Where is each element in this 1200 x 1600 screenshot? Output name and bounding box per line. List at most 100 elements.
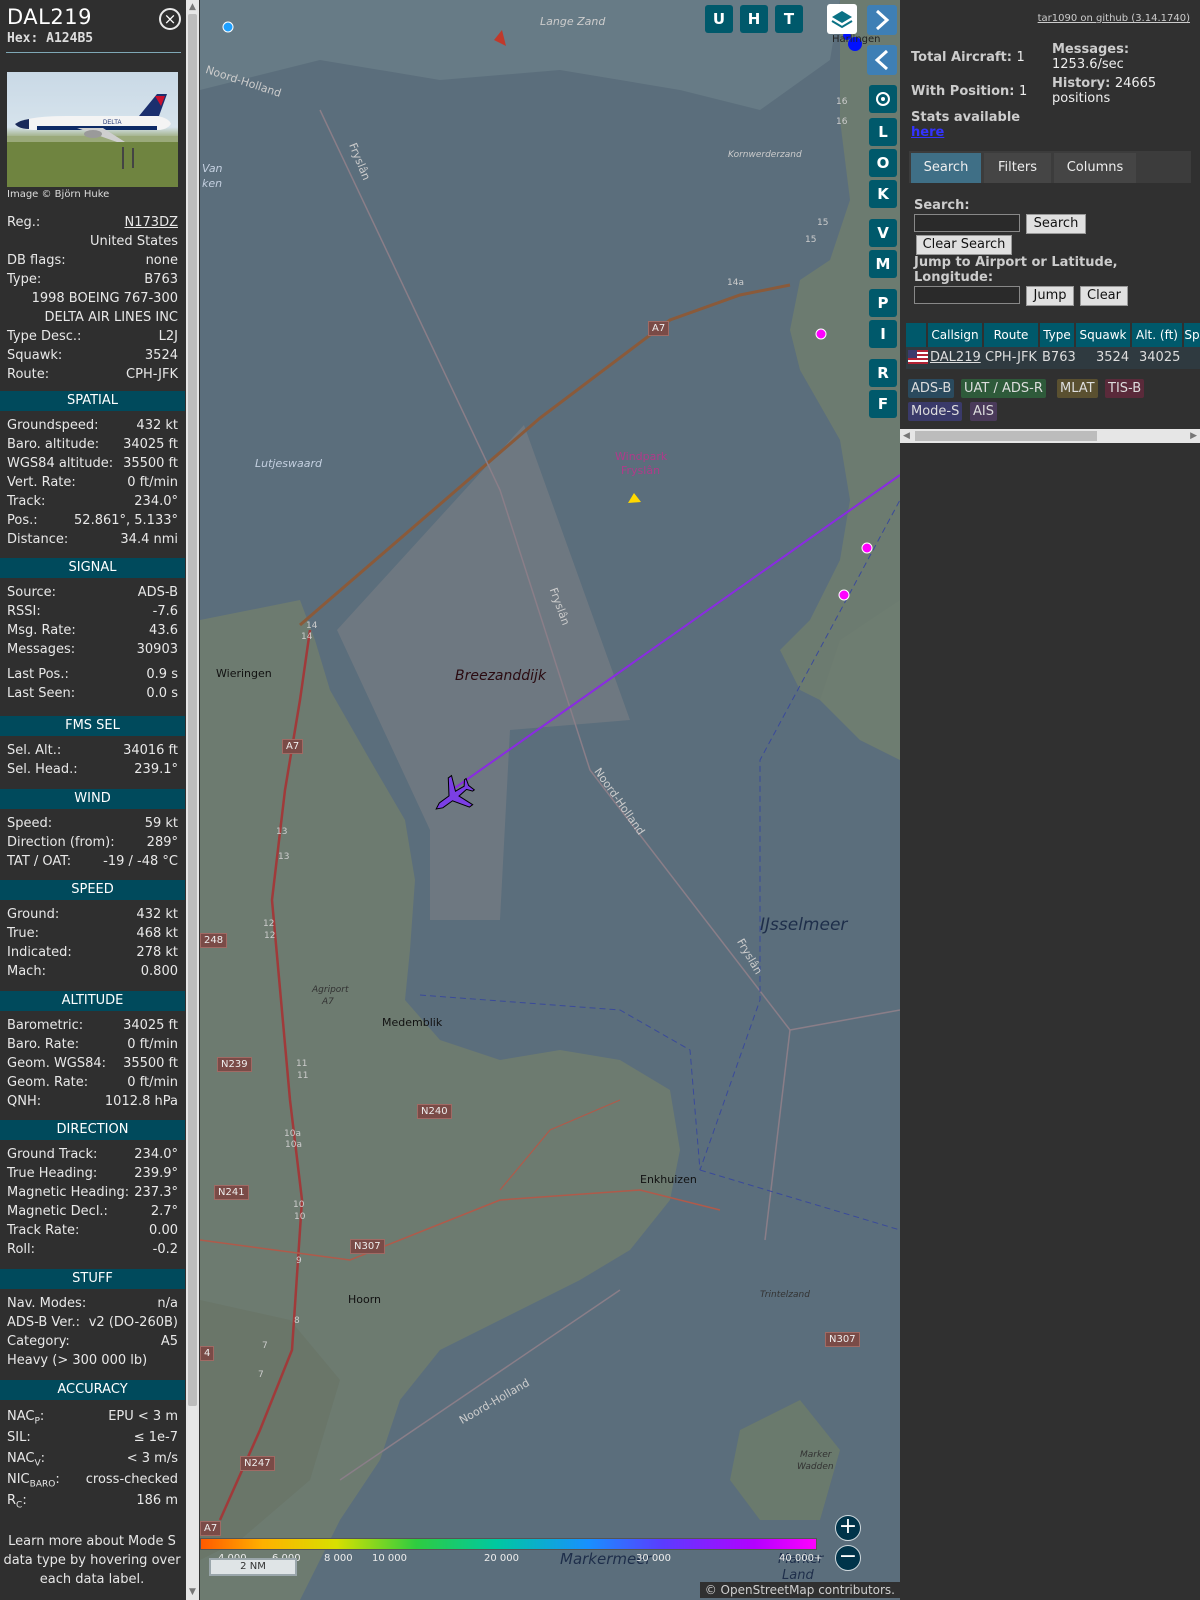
spatial-label[interactable]: Track:: [7, 494, 45, 509]
toggle-i-button[interactable]: I: [869, 320, 897, 348]
zoom-out-icon[interactable]: −: [835, 1545, 861, 1571]
badge-mlat[interactable]: MLAT: [1057, 379, 1098, 398]
fms-label[interactable]: Sel. Head.:: [7, 762, 78, 777]
accuracy-label[interactable]: SIL:: [7, 1430, 31, 1445]
speed-label[interactable]: True:: [7, 926, 39, 941]
tab-filters[interactable]: Filters: [984, 153, 1051, 183]
chevron-right-icon[interactable]: [867, 5, 897, 35]
table-header-type[interactable]: Type: [1040, 323, 1074, 347]
signal-label[interactable]: Last Pos.:: [7, 667, 69, 682]
signal-label[interactable]: Messages:: [7, 642, 75, 657]
road-shield: 4: [200, 1346, 215, 1361]
search-button[interactable]: Search: [1026, 214, 1086, 234]
spatial-label[interactable]: Pos.:: [7, 513, 38, 528]
badge-tisb[interactable]: TIS-B: [1105, 379, 1145, 398]
direction-label[interactable]: Track Rate:: [7, 1223, 79, 1238]
toggle-k-button[interactable]: K: [869, 180, 897, 208]
badge-ais[interactable]: AIS: [970, 402, 997, 421]
wind-label[interactable]: TAT / OAT:: [7, 854, 71, 869]
row-callsign-link[interactable]: DAL219: [930, 348, 981, 368]
aircraft-photo[interactable]: DELTA: [7, 72, 178, 187]
toggle-f-button[interactable]: F: [869, 390, 897, 418]
stuff-label[interactable]: Category:: [7, 1334, 70, 1349]
stuff-label[interactable]: ADS-B Ver.:: [7, 1315, 80, 1330]
scroll-up-arrow-icon[interactable]: ▲: [187, 1, 198, 13]
scrollbar-thumb[interactable]: [915, 431, 1097, 441]
table-header-flag[interactable]: [906, 323, 926, 347]
altitude-label[interactable]: Geom. Rate:: [7, 1075, 88, 1090]
speed-label[interactable]: Mach:: [7, 964, 46, 979]
scroll-left-arrow-icon[interactable]: ◀: [903, 429, 910, 443]
speed-label[interactable]: Indicated:: [7, 945, 72, 960]
info-panel-scrollbar[interactable]: ▲ ▼: [186, 0, 199, 1600]
direction-label[interactable]: True Heading:: [7, 1166, 97, 1181]
jump-input[interactable]: [914, 286, 1020, 304]
chevron-left-icon[interactable]: [867, 45, 897, 75]
altitude-label[interactable]: Barometric:: [7, 1018, 83, 1033]
zoom-in-icon[interactable]: +: [835, 1515, 861, 1541]
toggle-h-button[interactable]: H: [740, 5, 768, 33]
altitude-label[interactable]: QNH:: [7, 1094, 41, 1109]
github-link[interactable]: tar1090 on github (3.14.1740): [1038, 13, 1190, 24]
tab-columns[interactable]: Columns: [1054, 153, 1136, 183]
scroll-right-arrow-icon[interactable]: ▶: [1190, 429, 1197, 443]
stuff-label[interactable]: Heavy (> 300 000 lb): [7, 1353, 147, 1368]
altitude-label[interactable]: Geom. WGS84:: [7, 1056, 106, 1071]
scrollbar-thumb[interactable]: [188, 14, 197, 1406]
wind-label[interactable]: Speed:: [7, 816, 52, 831]
badge-modes[interactable]: Mode-S: [908, 402, 963, 421]
toggle-l-button[interactable]: L: [869, 118, 897, 146]
toggle-v-button[interactable]: V: [869, 219, 897, 247]
clear-jump-button[interactable]: Clear: [1080, 286, 1128, 306]
table-header-callsign[interactable]: Callsign: [928, 323, 982, 347]
table-header-altitude[interactable]: Alt. (ft): [1132, 323, 1182, 347]
map-view[interactable]: Lange Zand Noord-Holland Fryslân Kornwer…: [200, 0, 900, 1600]
spatial-label[interactable]: WGS84 altitude:: [7, 456, 113, 471]
toggle-p-button[interactable]: P: [869, 289, 897, 317]
direction-label[interactable]: Ground Track:: [7, 1147, 97, 1162]
direction-label[interactable]: Magnetic Decl.:: [7, 1204, 108, 1219]
fms-label[interactable]: Sel. Alt.:: [7, 743, 61, 758]
wind-label[interactable]: Direction (from):: [7, 835, 115, 850]
direction-label[interactable]: Magnetic Heading:: [7, 1185, 129, 1200]
reg-link[interactable]: N173DZ: [125, 215, 178, 230]
scroll-down-arrow-icon[interactable]: ▼: [187, 1586, 198, 1598]
toggle-o-button[interactable]: O: [869, 149, 897, 177]
spatial-label[interactable]: Vert. Rate:: [7, 475, 76, 490]
close-icon[interactable]: ×: [159, 8, 181, 30]
toggle-t-button[interactable]: T: [775, 5, 803, 33]
toggle-r-button[interactable]: R: [869, 359, 897, 387]
accuracy-label[interactable]: NACP:: [7, 1409, 44, 1427]
jump-button[interactable]: Jump: [1026, 286, 1074, 306]
section-header-speed: SPEED: [0, 880, 185, 900]
signal-label[interactable]: Last Seen:: [7, 686, 75, 701]
badge-uat-adsr[interactable]: UAT / ADS-R: [961, 379, 1046, 398]
signal-label[interactable]: Source:: [7, 585, 56, 600]
tab-search[interactable]: Search: [911, 153, 981, 183]
table-header-route[interactable]: Route: [984, 323, 1038, 347]
layers-button[interactable]: [827, 4, 857, 34]
spatial-label[interactable]: Groundspeed:: [7, 418, 98, 433]
accuracy-label[interactable]: RC:: [7, 1493, 27, 1511]
speed-label[interactable]: Ground:: [7, 907, 59, 922]
spatial-label[interactable]: Distance:: [7, 532, 68, 547]
stuff-label[interactable]: Nav. Modes:: [7, 1296, 86, 1311]
spatial-label[interactable]: Baro. altitude:: [7, 437, 99, 452]
stats-link[interactable]: here: [911, 125, 944, 140]
table-horizontal-scrollbar[interactable]: ◀ ▶: [900, 429, 1200, 443]
accuracy-label[interactable]: NICBARO:: [7, 1472, 60, 1490]
signal-label[interactable]: RSSI:: [7, 604, 41, 619]
toggle-u-button[interactable]: U: [705, 5, 733, 33]
clear-search-button[interactable]: Clear Search: [916, 235, 1012, 255]
map-attribution[interactable]: © OpenStreetMap contributors.: [699, 1582, 900, 1598]
toggle-m-button[interactable]: M: [869, 250, 897, 278]
settings-gear-icon[interactable]: [869, 85, 897, 113]
table-header-speed[interactable]: Sp: [1184, 323, 1200, 347]
direction-label[interactable]: Roll:: [7, 1242, 35, 1257]
accuracy-label[interactable]: NACV:: [7, 1451, 45, 1469]
badge-adsb[interactable]: ADS-B: [908, 379, 955, 398]
signal-label[interactable]: Msg. Rate:: [7, 623, 76, 638]
altitude-label[interactable]: Baro. Rate:: [7, 1037, 79, 1052]
table-header-squawk[interactable]: Squawk: [1076, 323, 1130, 347]
search-input[interactable]: [914, 214, 1020, 232]
